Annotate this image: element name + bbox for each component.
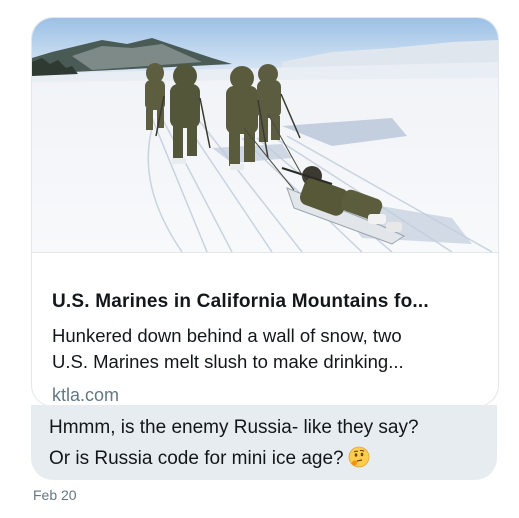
link-description: Hunkered down behind a wall of snow, two…	[52, 323, 482, 375]
message-bubble[interactable]: Hmmm, is the enemy Russia- like they say…	[31, 405, 497, 480]
thinking-face-emoji-icon	[348, 446, 370, 468]
link-description-line: U.S. Marines melt slush to make drinking…	[52, 351, 404, 372]
link-title[interactable]: U.S. Marines in California Mountains fo.…	[52, 291, 482, 313]
message-text: Or is Russia code for mini ice age?	[49, 448, 344, 469]
message-text-line: Or is Russia code for mini ice age?	[49, 446, 370, 470]
link-preview-text[interactable]: U.S. Marines in California Mountains fo.…	[32, 252, 498, 406]
link-description-line: Hunkered down behind a wall of snow, two	[52, 325, 402, 346]
link-preview-image[interactable]	[32, 18, 498, 252]
dm-conversation: U.S. Marines in California Mountains fo.…	[0, 0, 519, 518]
link-domain[interactable]: ktla.com	[52, 385, 119, 406]
message-text-line: Hmmm, is the enemy Russia- like they say…	[49, 417, 419, 438]
message-timestamp: Feb 20	[33, 487, 77, 503]
link-preview-card[interactable]: U.S. Marines in California Mountains fo.…	[31, 17, 499, 407]
